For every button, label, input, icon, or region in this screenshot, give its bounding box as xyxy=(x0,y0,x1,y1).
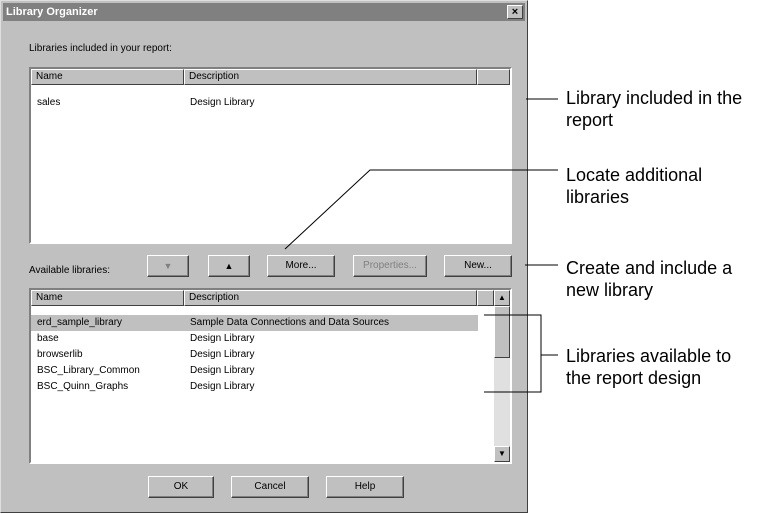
callout-locate: Locate additional libraries xyxy=(566,164,702,208)
callout-line-1: Create and include a xyxy=(566,258,733,278)
callout-line-2: new library xyxy=(566,280,654,300)
callout-line-2: the report design xyxy=(566,368,702,388)
callout-available: Libraries available to the report design xyxy=(566,345,731,389)
callout-line-1: Library included in the xyxy=(566,88,743,108)
callout-line-2: libraries xyxy=(566,187,630,207)
locate-callout-line xyxy=(284,169,558,250)
available-bracket xyxy=(484,314,542,393)
callout-included: Library included in the report xyxy=(566,87,742,131)
callout-create: Create and include a new library xyxy=(566,257,732,301)
callout-line-1: Libraries available to xyxy=(566,346,732,366)
callout-line-1: Locate additional xyxy=(566,165,703,185)
callout-line-2: report xyxy=(566,110,614,130)
